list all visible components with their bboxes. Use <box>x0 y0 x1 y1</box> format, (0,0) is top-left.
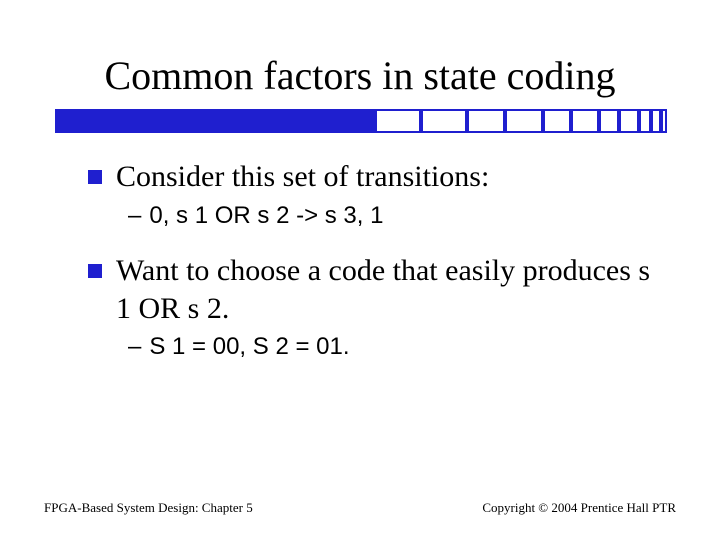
sub-bullet-item: – 0, s 1 OR s 2 -> s 3, 1 <box>128 202 664 231</box>
divider-bar <box>55 109 375 133</box>
sub-bullet-text: 0, s 1 OR s 2 -> s 3, 1 <box>149 202 383 231</box>
divider-box <box>651 109 661 133</box>
bullet-text: Consider this set of transitions: <box>116 158 489 196</box>
bullet-item: Want to choose a code that easily produc… <box>88 252 664 327</box>
square-bullet-icon <box>88 170 102 184</box>
dash-bullet-icon: – <box>128 202 141 231</box>
divider-box <box>619 109 639 133</box>
divider-box <box>505 109 543 133</box>
divider-box <box>543 109 571 133</box>
divider-box <box>467 109 505 133</box>
divider-box <box>661 109 667 133</box>
bullet-item: Consider this set of transitions: <box>88 158 664 196</box>
sub-bullet-item: – S 1 = 00, S 2 = 01. <box>128 333 664 362</box>
page-title: Common factors in state coding <box>0 52 720 99</box>
title-divider <box>55 109 667 133</box>
slide: Common factors in state coding Consider … <box>0 0 720 540</box>
square-bullet-icon <box>88 264 102 278</box>
divider-box <box>421 109 467 133</box>
bullet-text: Want to choose a code that easily produc… <box>116 252 664 327</box>
footer-left: FPGA-Based System Design: Chapter 5 <box>44 500 253 516</box>
divider-box <box>375 109 421 133</box>
divider-box <box>639 109 651 133</box>
sub-bullet-text: S 1 = 00, S 2 = 01. <box>149 333 349 362</box>
content-area: Consider this set of transitions: – 0, s… <box>88 158 664 384</box>
footer-right: Copyright © 2004 Prentice Hall PTR <box>482 500 676 516</box>
divider-box <box>599 109 619 133</box>
divider-box <box>571 109 599 133</box>
dash-bullet-icon: – <box>128 333 141 362</box>
footer: FPGA-Based System Design: Chapter 5 Copy… <box>44 500 676 516</box>
